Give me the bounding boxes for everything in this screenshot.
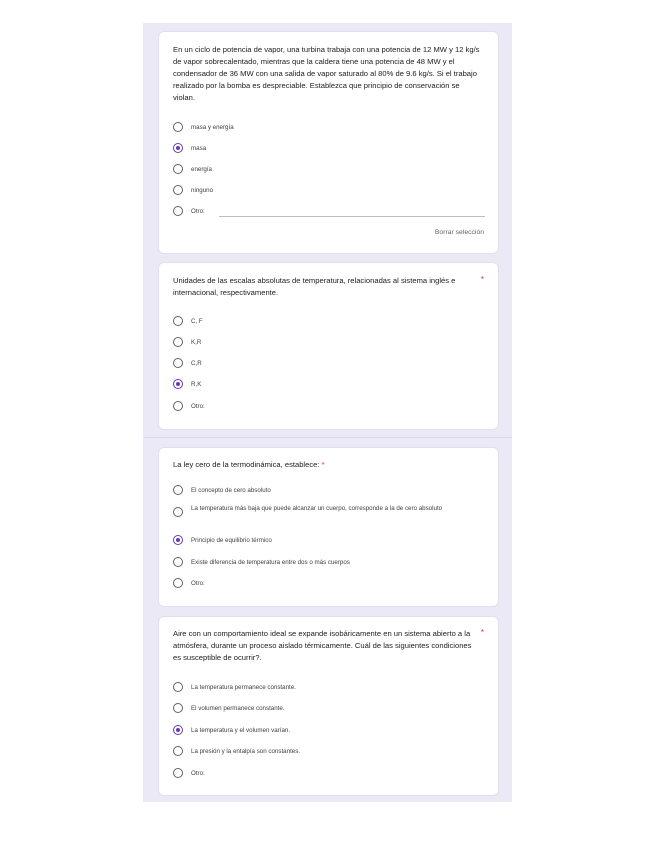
option-diferencia-temperatura[interactable]: Existe diferencia de temperatura entre d…: [173, 555, 350, 569]
radio-button[interactable]: [173, 122, 183, 132]
question-title: Aire con un comportamiento ideal se expa…: [173, 629, 472, 662]
option-volumen-constante[interactable]: El volumen permanece constante.: [173, 701, 285, 715]
option-cero-absoluto[interactable]: El concepto de cero absoluto: [173, 483, 271, 497]
option-label: La temperatura más baja que puede alcanz…: [191, 505, 443, 512]
option-label: R,K: [191, 380, 202, 388]
other-text-input[interactable]: [219, 216, 485, 217]
option-label: Principio de equilibrio térmico: [191, 536, 272, 544]
radio-button[interactable]: [173, 185, 183, 195]
option-temperatura-volumen-varian[interactable]: La temperatura y el volumen varían.: [173, 723, 290, 737]
radio-button[interactable]: [173, 316, 183, 326]
option-label: El volumen permanece constante.: [191, 704, 285, 712]
radio-button[interactable]: [173, 206, 183, 216]
option-r-k[interactable]: R,K: [173, 377, 201, 391]
radio-button[interactable]: [173, 337, 183, 347]
option-energia[interactable]: energía: [173, 162, 212, 176]
question-card-1: En un ciclo de potencia de vapor, una tu…: [158, 31, 499, 254]
radio-button[interactable]: [173, 682, 183, 692]
radio-button[interactable]: [173, 401, 183, 411]
question-card-4: Aire con un comportamiento ideal se expa…: [158, 616, 499, 796]
option-otro[interactable]: Otro:: [173, 204, 205, 218]
option-c-r[interactable]: C,R: [173, 356, 202, 370]
required-asterisk: *: [321, 460, 325, 469]
radio-button[interactable]: [173, 507, 183, 517]
option-label: La temperatura permanece constante.: [191, 683, 296, 691]
radio-button[interactable]: [173, 703, 183, 713]
option-label: Otro:: [191, 207, 205, 215]
option-c-f[interactable]: C, F: [173, 314, 203, 328]
radio-button[interactable]: [173, 358, 183, 368]
question-card-3: La ley cero de la termodinámica, estable…: [158, 447, 499, 607]
option-label: Otro:: [191, 402, 205, 410]
option-label: La presión y la entalpía son constantes.: [191, 747, 301, 755]
radio-button-selected[interactable]: [173, 143, 183, 153]
option-equilibrio-termico[interactable]: Principio de equilibrio térmico: [173, 533, 272, 547]
option-label: El concepto de cero absoluto: [191, 486, 271, 494]
required-asterisk: *: [480, 275, 484, 284]
option-ninguno[interactable]: ninguno: [173, 183, 213, 197]
radio-button-selected[interactable]: [173, 379, 183, 389]
radio-button[interactable]: [173, 557, 183, 567]
option-temperatura-constante[interactable]: La temperatura permanece constante.: [173, 680, 296, 694]
option-label: C,R: [191, 359, 202, 367]
option-label: ninguno: [191, 186, 214, 194]
required-asterisk: *: [480, 628, 484, 637]
radio-button-selected[interactable]: [173, 725, 183, 735]
option-masa[interactable]: masa: [173, 141, 206, 155]
question-title: En un ciclo de potencia de vapor, una tu…: [173, 45, 480, 102]
radio-button[interactable]: [173, 578, 183, 588]
option-label: masa: [191, 144, 207, 152]
option-otro[interactable]: Otro:: [173, 399, 205, 413]
radio-button[interactable]: [173, 164, 183, 174]
option-label: energía: [191, 165, 212, 173]
question-title-text: La ley cero de la termodinámica, estable…: [173, 460, 320, 469]
clear-selection-button[interactable]: Borrar selección: [435, 229, 484, 236]
option-otro[interactable]: Otro:: [173, 576, 205, 590]
radio-button-selected[interactable]: [173, 535, 183, 545]
option-label: C, F: [191, 317, 203, 325]
question-title: Unidades de las escalas absolutas de tem…: [173, 276, 456, 297]
radio-button[interactable]: [173, 746, 183, 756]
option-temperatura-mas-baja[interactable]: La temperatura más baja que puede alcanz…: [173, 504, 481, 524]
option-label: K,R: [191, 338, 202, 346]
option-label: Otro:: [191, 769, 205, 777]
question-card-2: Unidades de las escalas absolutas de tem…: [158, 262, 499, 430]
question-title: La ley cero de la termodinámica, estable…: [173, 459, 473, 471]
option-label: Existe diferencia de temperatura entre d…: [191, 558, 350, 566]
option-label: Otro:: [191, 579, 205, 587]
option-masa-y-energia[interactable]: masa y energía: [173, 120, 234, 134]
option-k-r[interactable]: K,R: [173, 335, 201, 349]
radio-button[interactable]: [173, 768, 183, 778]
option-otro[interactable]: Otro:: [173, 766, 205, 780]
radio-button[interactable]: [173, 485, 183, 495]
option-presion-entalpia[interactable]: La presión y la entalpía son constantes.: [173, 744, 300, 758]
option-label: masa y energía: [191, 123, 234, 131]
option-label: La temperatura y el volumen varían.: [191, 726, 291, 734]
screenshot-seam: [143, 437, 512, 438]
